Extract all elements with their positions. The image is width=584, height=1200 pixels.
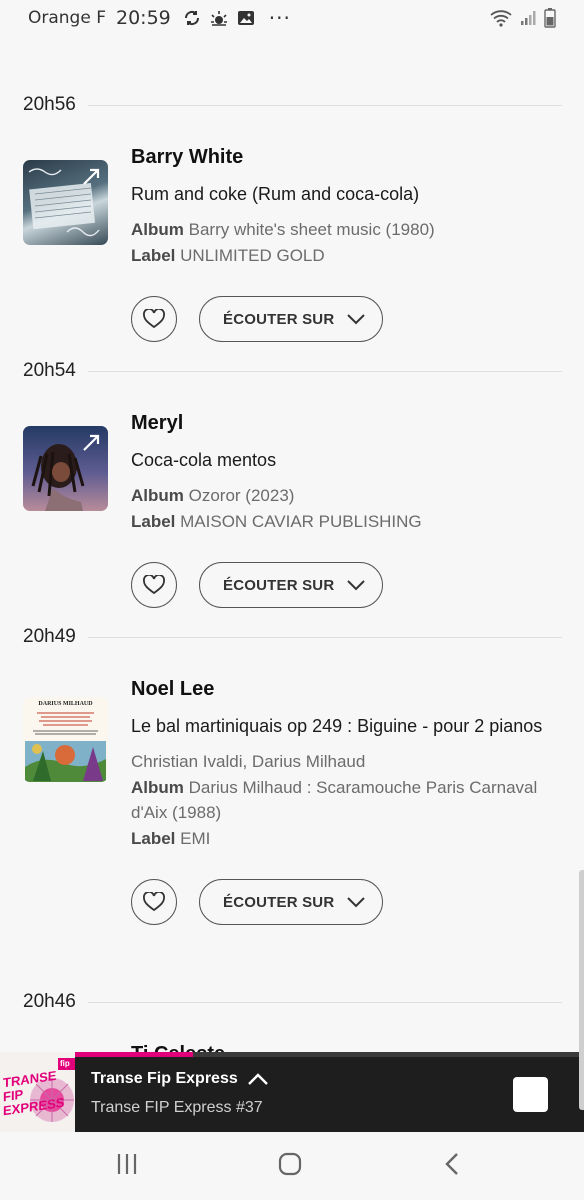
artist-name: Meryl: [131, 412, 184, 434]
broadcast-time: 20h49: [23, 626, 76, 647]
album-info: Album Darius Milhaud : Scaramouche Paris…: [131, 775, 562, 826]
album-info: Album Barry white's sheet music (1980): [131, 217, 562, 243]
listen-on-button[interactable]: ÉCOUTER SUR: [199, 879, 383, 925]
label-key: Label: [131, 511, 176, 531]
label-value: MAISON CAVIAR PUBLISHING: [180, 511, 422, 531]
chevron-down-icon: [347, 897, 366, 908]
album-cover[interactable]: [23, 160, 108, 245]
track-slot: 20h54 Meryl Coca-cola mentos Album Ozoro…: [0, 354, 584, 620]
label-value: UNLIMITED GOLD: [180, 245, 325, 265]
divider-line: [87, 636, 562, 638]
album-art-image: [25, 712, 106, 782]
track-item: Barry White Rum and coke (Rum and coca-c…: [0, 143, 584, 354]
broadcast-time: 20h56: [23, 94, 76, 115]
listen-on-button[interactable]: ÉCOUTER SUR: [199, 562, 383, 608]
stop-button[interactable]: [513, 1077, 548, 1112]
track-item: Meryl Coca-cola mentos Album Ozoror (202…: [0, 409, 584, 620]
signal-icon: [521, 11, 536, 25]
chevron-down-icon: [347, 580, 366, 591]
player-subtitle: Transe FIP Express #37: [91, 1099, 263, 1116]
time-divider: 20h46: [0, 985, 584, 1019]
listen-on-button[interactable]: ÉCOUTER SUR: [199, 296, 383, 342]
track-title: Rum and coke (Rum and coca-cola): [131, 184, 420, 204]
heart-icon: [143, 575, 165, 595]
chevron-up-icon[interactable]: [246, 1072, 270, 1086]
scrollbar[interactable]: [579, 870, 584, 1110]
chevron-down-icon: [347, 314, 366, 325]
label-info: Label UNLIMITED GOLD: [131, 243, 562, 269]
expand-icon: [83, 434, 100, 451]
player-cover[interactable]: fip TRANSE FIP EXPRESS: [0, 1052, 75, 1132]
album-key: Album: [131, 486, 184, 505]
track-title: Coca-cola mentos: [131, 450, 277, 470]
track-item: DARIUS MILHAUD Noel Lee Le bal martiniqu…: [0, 675, 584, 963]
listen-on-label: ÉCOUTER SUR: [223, 310, 335, 328]
expand-icon: [83, 168, 100, 185]
progress-track: [0, 1052, 584, 1057]
artist-name: Ti Celeste: [131, 1040, 562, 1052]
label-info: Label EMI: [131, 826, 562, 852]
album-key: Album: [131, 777, 184, 797]
system-nav-bar: [0, 1132, 584, 1200]
label-info: Label MAISON CAVIAR PUBLISHING: [131, 509, 562, 535]
performers: Christian Ivaldi, Darius Milhaud: [131, 752, 366, 771]
carrier-name: Orange F: [28, 8, 106, 28]
wifi-icon: [490, 10, 512, 27]
player-title[interactable]: Transe Fip Express: [91, 1070, 238, 1088]
broadcast-time: 20h54: [23, 360, 76, 381]
album-cover[interactable]: DARIUS MILHAUD: [23, 697, 108, 782]
mini-player[interactable]: fip TRANSE FIP EXPRESS Transe Fip Expres…: [0, 1052, 584, 1132]
divider-line: [87, 104, 562, 106]
recent-apps-icon[interactable]: [115, 1152, 139, 1176]
playlist-feed[interactable]: 20h56 Barry White Rum and coke (Rum and …: [0, 36, 584, 1052]
label-key: Label: [131, 828, 176, 848]
cover-brand: fip: [60, 1059, 70, 1068]
album-info: Album Ozoror (2023): [131, 483, 562, 509]
gallery-icon: [237, 11, 254, 25]
listen-on-label: ÉCOUTER SUR: [223, 576, 335, 594]
like-button[interactable]: [131, 296, 177, 342]
album-value: Barry white's sheet music (1980): [188, 220, 435, 239]
artist-name: Barry White: [131, 146, 244, 168]
time-divider: 20h54: [0, 354, 584, 388]
time-divider: 20h56: [0, 88, 584, 122]
like-button[interactable]: [131, 879, 177, 925]
status-bar: Orange F 20:59 ···: [0, 0, 584, 36]
heart-icon: [143, 309, 165, 329]
track-item: Ti Celeste: [0, 1040, 584, 1052]
track-slot: 20h49 DARIUS MILHAUD Noel Lee Le bal mar…: [0, 620, 584, 963]
battery-icon: [544, 8, 556, 28]
label-value: EMI: [180, 828, 211, 848]
more-notifications-icon: ···: [268, 6, 291, 30]
heart-icon: [143, 892, 165, 912]
album-cover[interactable]: [23, 426, 108, 511]
track-title: Le bal martiniquais op 249 : Biguine - p…: [131, 716, 543, 736]
broadcast-time: 20h46: [23, 991, 76, 1012]
like-button[interactable]: [131, 562, 177, 608]
artist-name: Noel Lee: [131, 678, 215, 700]
album-value: Darius Milhaud : Scaramouche Paris Carna…: [131, 777, 538, 823]
status-time: 20:59: [116, 7, 171, 29]
weather-icon: [210, 11, 227, 26]
album-key: Album: [131, 220, 184, 239]
sync-icon: [184, 10, 199, 26]
home-icon[interactable]: [278, 1152, 302, 1176]
album-value: Ozoror (2023): [188, 486, 295, 505]
cover-title-text: DARIUS MILHAUD: [38, 701, 93, 707]
divider-line: [87, 370, 562, 372]
listen-on-label: ÉCOUTER SUR: [223, 893, 335, 911]
back-icon[interactable]: [443, 1152, 463, 1176]
divider-line: [87, 1001, 562, 1003]
time-divider: 20h49: [0, 620, 584, 654]
track-slot: 20h46 Ti Celeste: [0, 985, 584, 1052]
track-slot: 20h56 Barry White Rum and coke (Rum and …: [0, 88, 584, 354]
label-key: Label: [131, 245, 176, 265]
